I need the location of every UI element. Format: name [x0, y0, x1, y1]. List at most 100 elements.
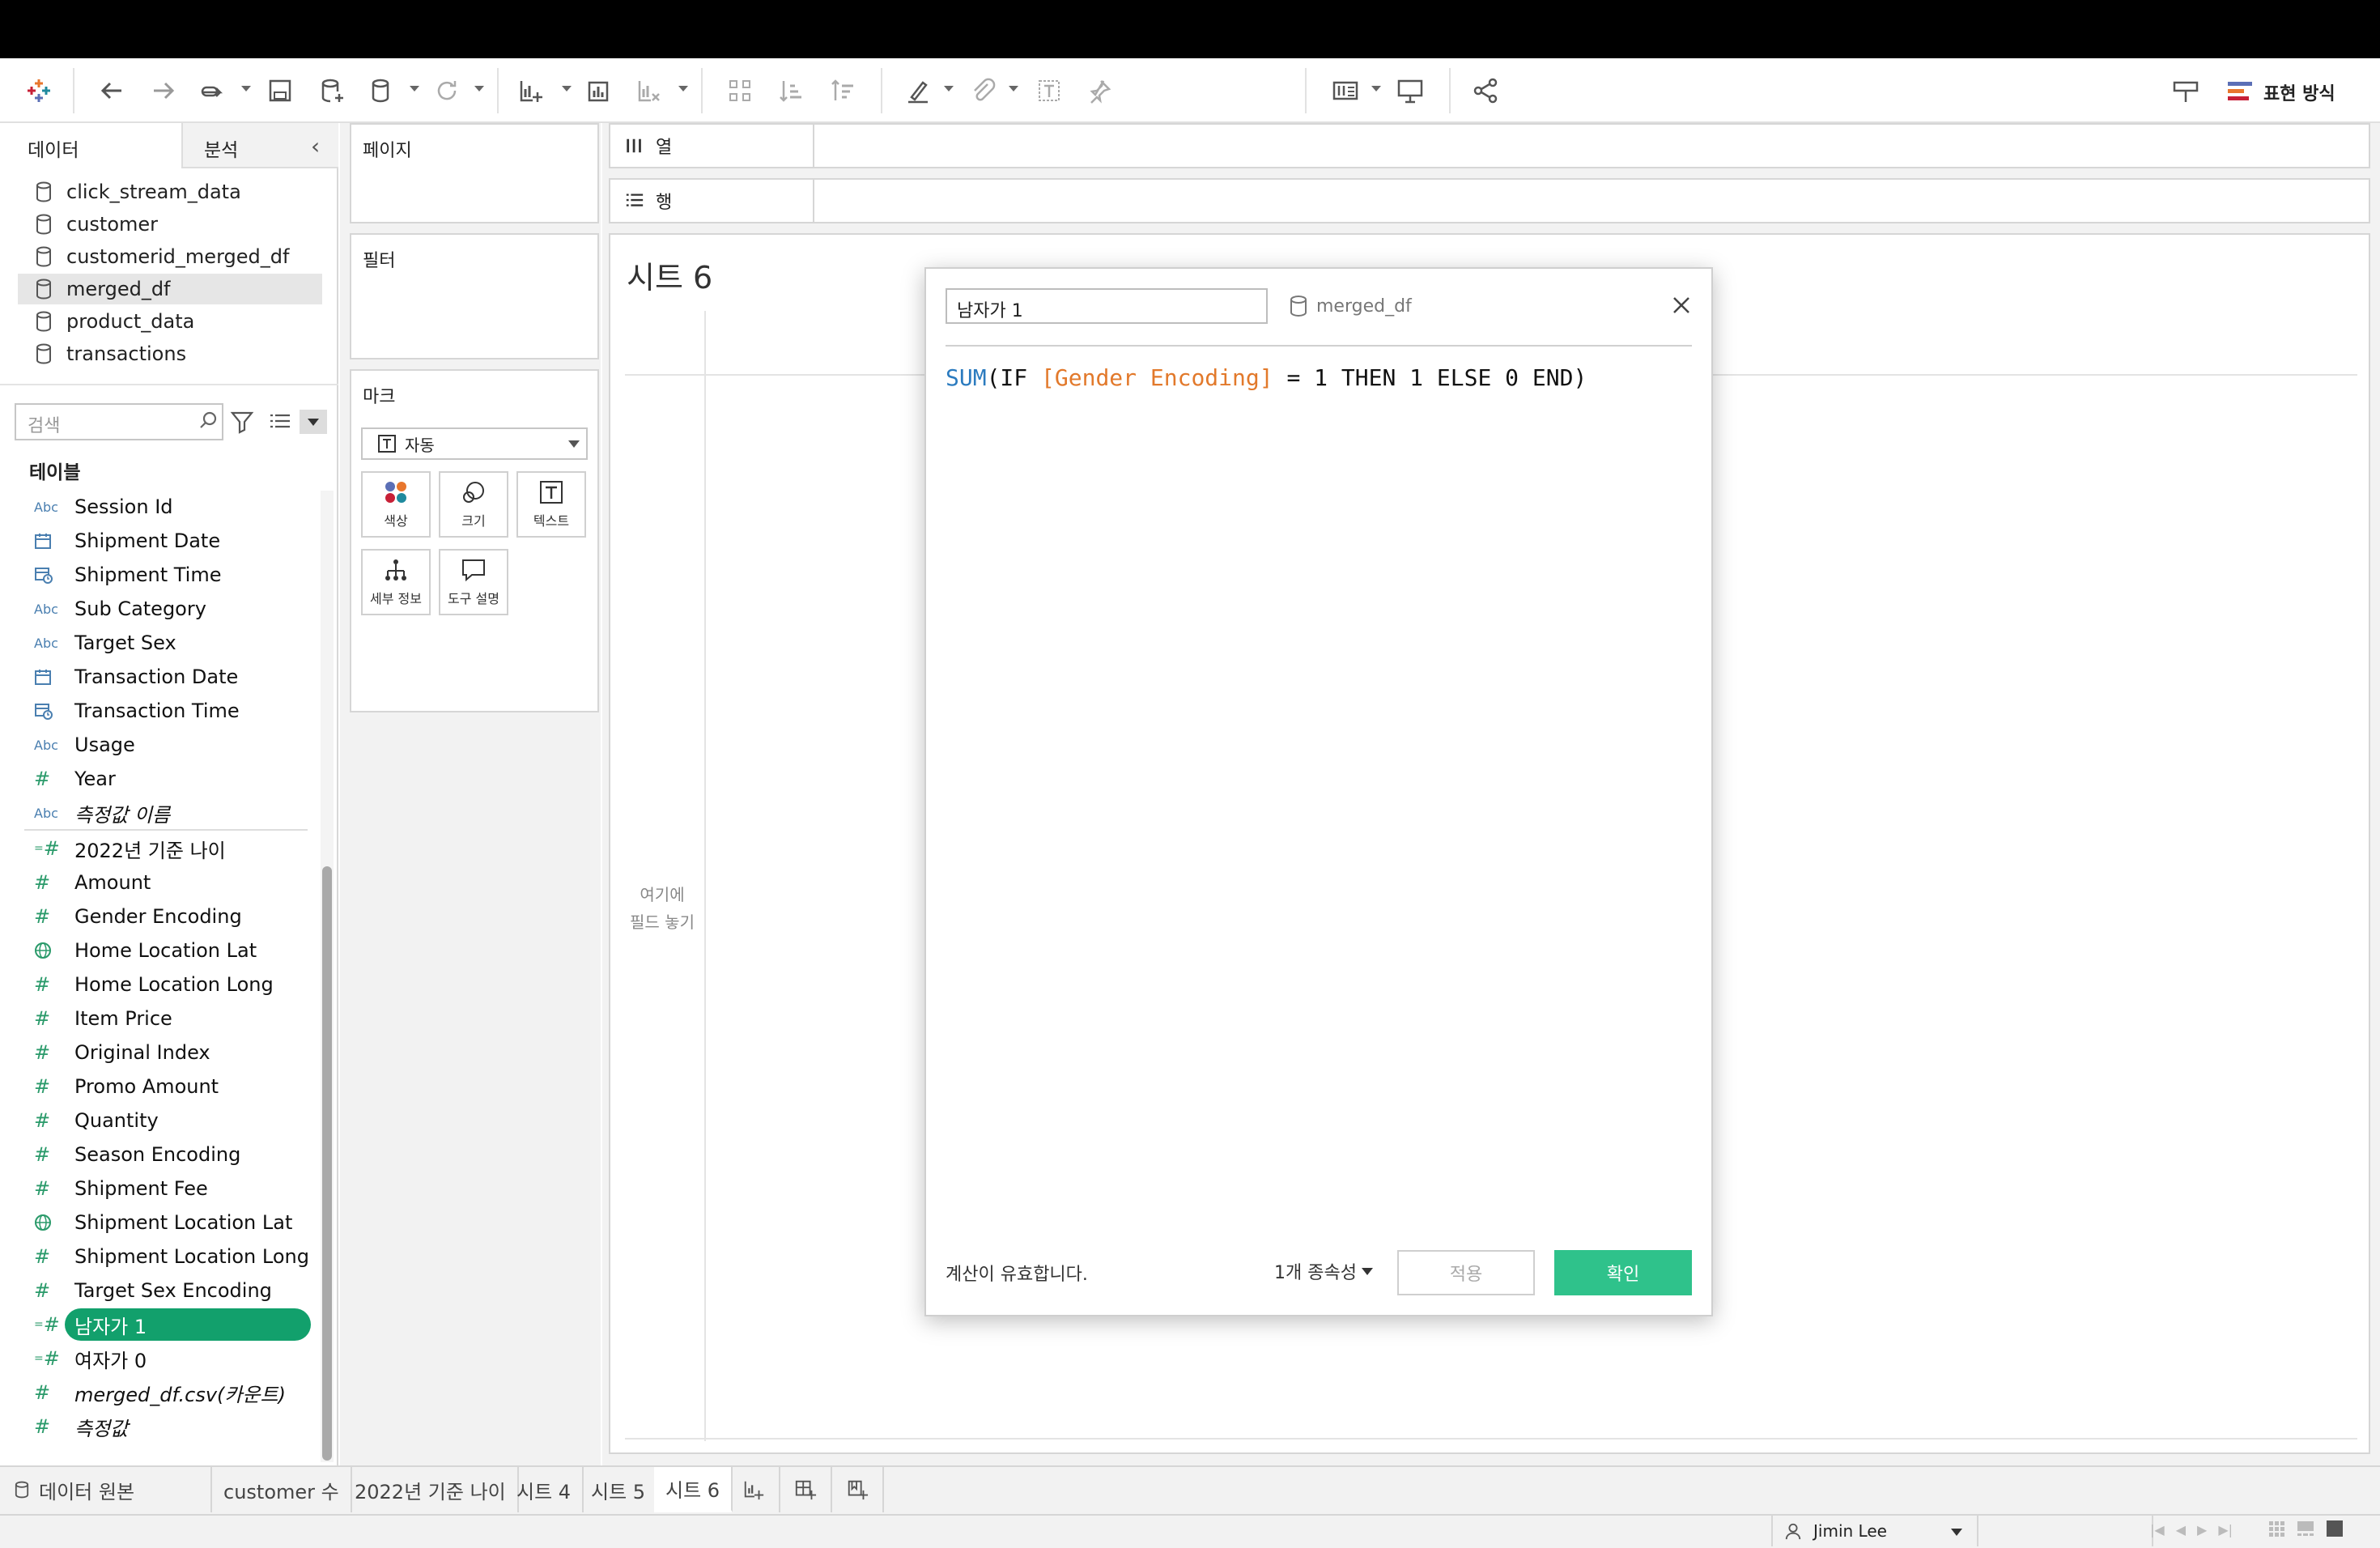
new-worksheet-icon[interactable] — [515, 74, 547, 107]
mark-color-button[interactable]: 색상 — [361, 471, 431, 538]
refresh-icon[interactable] — [431, 74, 463, 107]
new-dashboard-tab-icon[interactable] — [780, 1467, 832, 1512]
columns-shelf[interactable]: 열 — [609, 123, 2370, 168]
field-item[interactable]: # Home Location Long — [29, 968, 312, 1001]
group-members-icon[interactable] — [967, 74, 999, 107]
datasource-item[interactable]: merged_df — [18, 274, 322, 304]
field-item[interactable]: Transaction Date — [29, 661, 312, 693]
view-list-icon[interactable] — [269, 411, 291, 436]
tab-sheet-6[interactable]: 시트 6 — [654, 1467, 733, 1512]
field-item[interactable]: # Quantity — [29, 1104, 312, 1137]
filter-icon[interactable] — [230, 410, 254, 437]
datasource-item[interactable]: customer — [18, 209, 322, 240]
tooltip-marker-icon[interactable] — [2170, 74, 2202, 107]
calculation-name-input[interactable]: 남자가 1 — [946, 288, 1268, 324]
field-item[interactable]: # Promo Amount — [29, 1070, 312, 1103]
chevron-down-icon — [1951, 1529, 1962, 1536]
show-cards-icon[interactable] — [1329, 74, 1362, 107]
new-worksheet-tab-icon[interactable] — [729, 1467, 780, 1512]
datasource-item[interactable]: product_data — [18, 306, 322, 337]
mark-tooltip-button[interactable]: 도구 설명 — [439, 549, 508, 615]
tableau-logo-icon[interactable] — [23, 74, 55, 107]
field-item[interactable]: # Amount — [29, 866, 312, 899]
datasource-item[interactable]: transactions — [18, 338, 322, 369]
ok-button[interactable]: 확인 — [1554, 1250, 1692, 1295]
filmstrip-icon[interactable] — [2296, 1519, 2315, 1538]
new-story-tab-icon[interactable] — [832, 1467, 884, 1512]
duplicate-sheet-icon[interactable] — [583, 74, 615, 107]
view-menu-chevron-icon[interactable] — [300, 410, 327, 434]
redo-icon[interactable] — [147, 74, 180, 107]
datasource-item[interactable]: click_stream_data — [18, 176, 322, 207]
tabs-view-icon[interactable] — [2325, 1519, 2344, 1538]
field-item[interactable]: Home Location Lat — [29, 934, 312, 967]
pause-auto-update-icon[interactable] — [366, 74, 398, 107]
sheet-title[interactable]: 시트 6 — [627, 253, 712, 297]
field-item[interactable]: = # 여자가 0 — [29, 1342, 312, 1375]
replay-icon[interactable] — [196, 74, 228, 107]
field-item[interactable]: Abc 측정값 이름 — [29, 797, 312, 829]
field-item[interactable]: Abc Session Id — [29, 491, 312, 523]
sheet-sorter-icon[interactable] — [2267, 1519, 2286, 1538]
field-item[interactable]: # Target Sex Encoding — [29, 1274, 312, 1307]
drop-field-hint[interactable]: 여기에 필드 놓기 — [622, 881, 703, 936]
collapse-pane-icon[interactable]: ‹ — [311, 133, 334, 159]
datasource-item[interactable]: customerid_merged_df — [18, 241, 322, 272]
first-sheet-icon[interactable]: |◀ — [2150, 1522, 2165, 1537]
field-item[interactable]: # 측정값 — [29, 1410, 312, 1443]
filters-shelf[interactable]: 필터 — [350, 233, 599, 359]
field-item[interactable]: Abc Usage — [29, 729, 312, 761]
sort-descending-icon[interactable] — [827, 74, 860, 107]
presentation-mode-icon[interactable] — [1394, 74, 1426, 107]
swap-rows-columns-icon[interactable] — [724, 74, 756, 107]
field-item[interactable]: Shipment Date — [29, 525, 312, 557]
tab-sheet-5[interactable]: 시트 5 — [580, 1467, 659, 1512]
highlight-icon[interactable] — [902, 74, 934, 107]
mark-text-button[interactable]: 텍스트 — [516, 471, 586, 538]
field-item[interactable]: = # 남자가 1 — [29, 1308, 312, 1341]
search-input[interactable]: 검색 — [15, 403, 223, 440]
field-item[interactable]: # Original Index — [29, 1036, 312, 1069]
dependencies-dropdown[interactable]: 1개 종속성 — [1274, 1258, 1373, 1284]
field-item[interactable]: # Item Price — [29, 1002, 312, 1035]
field-item[interactable]: # Season Encoding — [29, 1138, 312, 1171]
save-icon[interactable] — [264, 74, 296, 107]
show-me-button[interactable]: 표현 방식 — [2228, 79, 2335, 105]
field-item[interactable]: # Shipment Fee — [29, 1172, 312, 1205]
apply-button[interactable]: 적용 — [1397, 1250, 1535, 1295]
field-item[interactable]: Abc Sub Category — [29, 593, 312, 625]
tab-age-2022[interactable]: 2022년 기준 나이 — [343, 1467, 519, 1512]
rows-shelf[interactable]: 행 — [609, 178, 2370, 223]
field-item[interactable]: Shipment Location Lat — [29, 1206, 312, 1239]
user-menu[interactable]: Jimin Lee — [1771, 1516, 1978, 1546]
share-icon[interactable] — [1470, 74, 1502, 107]
fields-scroll-thumb[interactable] — [322, 866, 332, 1461]
field-item[interactable]: # Gender Encoding — [29, 900, 312, 933]
field-item[interactable]: Shipment Time — [29, 559, 312, 591]
formula-editor[interactable]: SUM(IF [Gender Encoding] = 1 THEN 1 ELSE… — [946, 364, 1587, 391]
tab-data-source[interactable]: 데이터 원본 — [0, 1467, 212, 1512]
undo-icon[interactable] — [96, 74, 128, 107]
sort-ascending-icon[interactable] — [776, 74, 808, 107]
mark-size-button[interactable]: 크기 — [439, 471, 508, 538]
last-sheet-icon[interactable]: ▶| — [2218, 1522, 2233, 1537]
field-item[interactable]: # Year — [29, 763, 312, 795]
field-item[interactable]: Transaction Time — [29, 695, 312, 727]
field-item[interactable]: # Shipment Location Long — [29, 1240, 312, 1273]
field-item[interactable]: # merged_df.csv(카운트) — [29, 1376, 312, 1409]
next-sheet-icon[interactable]: ▶ — [2197, 1522, 2207, 1537]
pages-shelf[interactable]: 페이지 — [350, 123, 599, 223]
show-mark-labels-icon[interactable] — [1033, 74, 1065, 107]
field-item[interactable]: Abc Target Sex — [29, 627, 312, 659]
mark-detail-button[interactable]: 세부 정보 — [361, 549, 431, 615]
field-item[interactable]: = # 2022년 기준 나이 — [29, 832, 312, 865]
tab-sheet-4[interactable]: 시트 4 — [505, 1467, 584, 1512]
new-datasource-icon[interactable] — [316, 74, 348, 107]
tab-customer-count[interactable]: customer 수 — [212, 1467, 352, 1512]
marks-type-select[interactable]: 자동 — [361, 427, 588, 460]
tab-data[interactable]: 데이터 — [0, 123, 181, 168]
close-icon[interactable] — [1668, 291, 1695, 319]
previous-sheet-icon[interactable]: ◀ — [2176, 1522, 2186, 1537]
pin-icon[interactable] — [1083, 74, 1116, 107]
clear-sheet-icon[interactable] — [633, 74, 665, 107]
